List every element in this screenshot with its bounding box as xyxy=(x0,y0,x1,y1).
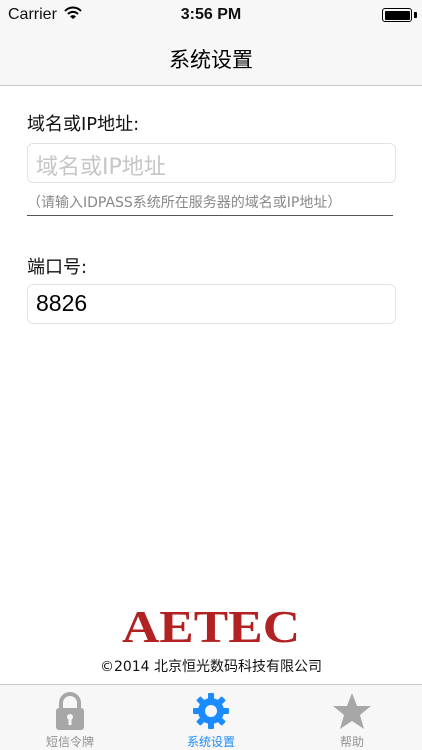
battery-tip xyxy=(414,12,417,18)
lock-icon xyxy=(56,692,84,730)
host-input[interactable]: 域名或IP地址 xyxy=(27,143,396,183)
tab-bar: 短信令牌 系统设置 帮助 xyxy=(0,684,422,750)
aetec-logo: AETEC xyxy=(120,601,302,652)
star-icon xyxy=(333,693,371,729)
status-time: 3:56 PM xyxy=(180,6,242,23)
tab-sms-token-label: 短信令牌 xyxy=(45,735,94,749)
svg-text:AETEC: AETEC xyxy=(122,604,300,648)
status-bar: Carrier 3:56 PM xyxy=(0,0,422,30)
tab-sms-token[interactable]: 短信令牌 xyxy=(0,685,140,750)
tab-system-settings-label: 系统设置 xyxy=(186,735,235,749)
tab-help-label: 帮助 xyxy=(339,735,364,749)
tab-system-settings[interactable]: 系统设置 xyxy=(141,685,281,750)
host-label: 域名或IP地址: xyxy=(27,114,140,135)
port-label: 端口号: xyxy=(27,257,88,278)
navigation-bar: 系统设置 xyxy=(0,30,422,86)
battery-icon xyxy=(382,8,412,22)
host-hint: （请输入IDPASS系统所在服务器的域名或IP地址） xyxy=(27,192,393,216)
gear-icon xyxy=(193,693,229,729)
port-input[interactable]: 8826 xyxy=(27,284,396,324)
tab-help[interactable]: 帮助 xyxy=(282,685,422,750)
page-title: 系统设置 xyxy=(169,48,253,72)
copyright-text: ©2014 北京恒光数码科技有限公司 xyxy=(99,659,323,675)
